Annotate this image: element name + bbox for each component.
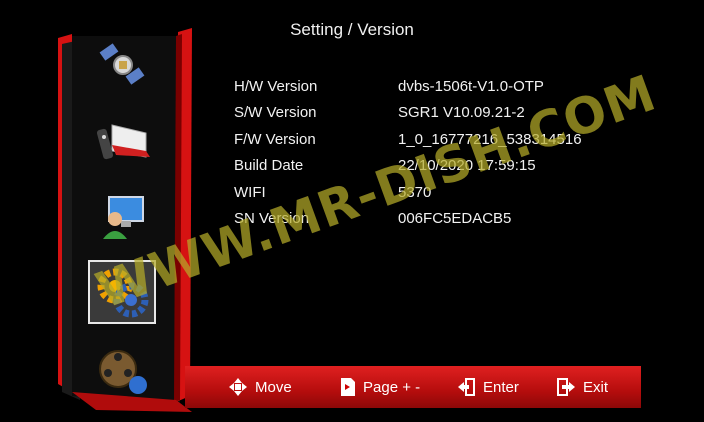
enter-label: Enter — [483, 378, 519, 396]
info-label: WIFI — [234, 184, 266, 201]
exit-button[interactable]: Exit — [557, 378, 608, 396]
exit-label: Exit — [583, 378, 609, 396]
gear-icon — [97, 268, 149, 318]
info-value: 1_0_16777216_538314516 — [398, 131, 582, 148]
footer-help-bar: Move Page + - Enter Exit — [185, 366, 641, 408]
menu-item-user-settings[interactable] — [92, 184, 154, 246]
info-label: H/W Version — [234, 78, 318, 95]
page-button[interactable]: Page + - — [341, 378, 420, 396]
tv-remote-icon — [96, 124, 150, 160]
enter-icon — [457, 378, 475, 396]
page-label: Page + - — [363, 378, 421, 396]
satellite-icon — [99, 43, 145, 85]
info-label: Build Date — [234, 157, 304, 174]
info-value: dvbs-1506t-V1.0-OTP — [398, 78, 544, 95]
menu-item-media[interactable] — [92, 340, 154, 402]
exit-icon — [557, 378, 575, 396]
menu-item-tv[interactable] — [92, 108, 154, 170]
move-button[interactable]: Move — [229, 378, 292, 396]
menu-item-satellite[interactable] — [92, 34, 154, 96]
page-title: Setting / Version — [290, 20, 414, 39]
info-label: F/W Version — [234, 131, 316, 148]
info-value: 22/10/2020 17:59:15 — [398, 157, 536, 174]
info-value: SGR1 V10.09.21-2 — [398, 104, 525, 121]
info-value: 5370 — [398, 184, 432, 201]
info-label: S/W Version — [234, 104, 317, 121]
film-reel-icon — [99, 350, 147, 394]
move-arrows-icon — [229, 378, 247, 396]
page-icon — [341, 378, 355, 396]
enter-button[interactable]: Enter — [457, 378, 519, 396]
info-label: SN Version — [234, 210, 310, 227]
menu-item-settings[interactable] — [88, 260, 156, 324]
user-computer-icon — [103, 196, 144, 239]
info-value: 006FC5EDACB5 — [398, 210, 512, 227]
move-label: Move — [255, 378, 292, 396]
